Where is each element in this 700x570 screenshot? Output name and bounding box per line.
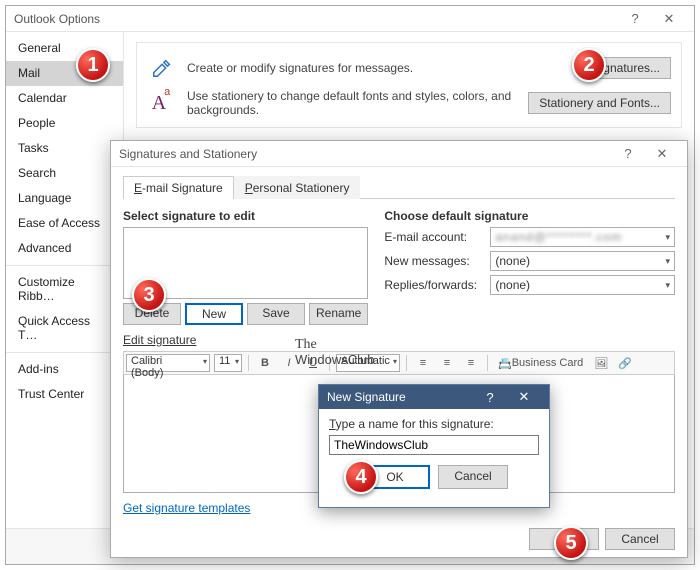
tab-personal-stationery[interactable]: Personal Stationery [234,176,361,199]
choose-default-label: Choose default signature [384,209,675,223]
new-button[interactable]: New [185,303,243,325]
sidebar-item-quick-access-toolbar[interactable]: Quick Access T… [6,309,123,348]
close-icon[interactable]: ✕ [652,7,686,31]
chevron-down-icon: ▾ [665,256,670,267]
insert-picture-button[interactable]: 🖼 [591,354,611,372]
new-sig-title: New Signature [327,390,406,404]
sig-tabs: E-mail Signature Personal Stationery [123,175,675,199]
help-icon[interactable]: ? [618,7,652,31]
sidebar-item-search[interactable]: Search [6,161,123,186]
replies-forwards-select[interactable]: (none) ▾ [490,275,675,295]
align-right-button[interactable]: ≡ [461,354,481,372]
align-left-button[interactable]: ≡ [413,354,433,372]
sidebar-item-language[interactable]: Language [6,186,123,211]
options-titlebar: Outlook Options ? ✕ [6,6,694,32]
new-sig-titlebar: New Signature ? ✕ [319,385,549,409]
callout-badge-1: 1 [76,48,110,82]
help-icon[interactable]: ? [611,142,645,166]
rename-button[interactable]: Rename [309,303,368,325]
font-size-select[interactable]: 11 [214,354,242,372]
font-select[interactable]: Calibri (Body) [126,354,210,372]
stationery-fonts-button[interactable]: Stationery and Fonts... [528,92,671,114]
italic-button[interactable]: I [279,354,299,372]
select-signature-label: Select signature to edit [123,209,368,223]
sig-title: Signatures and Stationery [119,147,257,161]
sidebar-item-advanced[interactable]: Advanced [6,236,123,261]
edit-signature-label: Edit signature [123,333,675,347]
font-color-select[interactable]: Automatic [336,354,400,372]
sidebar-item-trust-center[interactable]: Trust Center [6,382,123,407]
chevron-down-icon: ▾ [665,232,670,243]
close-icon[interactable]: ✕ [507,385,541,409]
sig-titlebar: Signatures and Stationery ? ✕ [111,141,687,167]
sidebar-item-tasks[interactable]: Tasks [6,136,123,161]
sidebar-item-calendar[interactable]: Calendar [6,86,123,111]
sig-cancel-button[interactable]: Cancel [605,528,675,550]
new-messages-label: New messages: [384,254,484,268]
options-title: Outlook Options [14,12,100,26]
callout-badge-3: 3 [132,278,166,312]
signature-name-input[interactable] [329,435,539,455]
new-messages-select[interactable]: (none) ▾ [490,251,675,271]
chevron-down-icon: ▾ [665,280,670,291]
align-center-button[interactable]: ≡ [437,354,457,372]
callout-badge-4: 4 [344,460,378,494]
stationery-desc: Use stationery to change default fonts a… [187,89,518,117]
help-icon[interactable]: ? [473,385,507,409]
underline-button[interactable]: U [303,354,323,372]
signatures-desc: Create or modify signatures for messages… [187,61,572,75]
format-toolbar: Calibri (Body) 11 B I U Automatic ≡ ≡ ≡ … [123,351,675,375]
sidebar-item-addins[interactable]: Add-ins [6,352,123,382]
callout-badge-5: 5 [554,526,588,560]
signature-icon [147,55,177,81]
sig-footer: OK Cancel [111,521,687,557]
save-button[interactable]: Save [247,303,305,325]
callout-badge-2: 2 [572,48,606,82]
tab-email-signature[interactable]: E-mail Signature [123,176,234,199]
email-account-select[interactable]: anand@********.com ▾ [490,227,675,247]
sidebar-item-ease-of-access[interactable]: Ease of Access [6,211,123,236]
email-account-label: E-mail account: [384,230,484,244]
insert-hyperlink-button[interactable]: 🔗 [615,354,635,372]
sidebar-item-customize-ribbon[interactable]: Customize Ribb… [6,265,123,309]
new-sig-label: Type a name for this signature: [329,417,539,431]
replies-forwards-label: Replies/forwards: [384,278,484,292]
business-card-button[interactable]: 📇 Business Card [494,354,587,372]
close-icon[interactable]: ✕ [645,142,679,166]
options-sidebar: General Mail Calendar People Tasks Searc… [6,32,124,534]
stationery-icon: Aa [147,90,177,116]
bold-button[interactable]: B [255,354,275,372]
new-sig-cancel-button[interactable]: Cancel [438,465,508,489]
get-templates-link[interactable]: Get signature templates [123,501,250,515]
sidebar-item-people[interactable]: People [6,111,123,136]
